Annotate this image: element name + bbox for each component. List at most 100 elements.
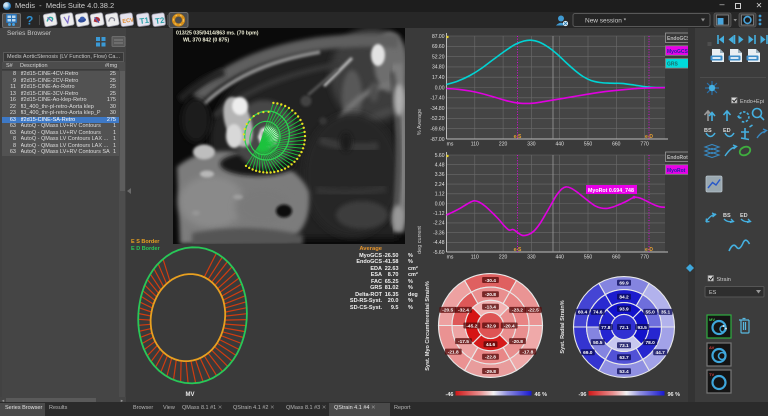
svg-text:-20.4: -20.4 xyxy=(504,323,515,329)
svg-text:Strain: Strain xyxy=(717,277,731,283)
svg-text:-17.40: -17.40 xyxy=(430,96,444,102)
svg-text:BS: BS xyxy=(704,128,712,134)
svg-text:GRS: GRS xyxy=(667,62,679,68)
svg-text:330: 330 xyxy=(527,142,536,148)
svg-text:-2.24: -2.24 xyxy=(433,221,445,227)
svg-text:e-D: e-D xyxy=(645,247,653,253)
svg-text:-32.4: -32.4 xyxy=(458,308,469,314)
svg-text:ms: ms xyxy=(447,142,454,148)
svg-text:69.9: 69.9 xyxy=(619,281,629,287)
svg-text:-32.9: -32.9 xyxy=(485,323,496,329)
svg-text:E S Border: E S Border xyxy=(131,239,160,245)
svg-text:50.5: 50.5 xyxy=(593,340,603,346)
svg-text:-22.8: -22.8 xyxy=(485,355,496,361)
svg-text:-20.8: -20.8 xyxy=(485,292,496,298)
svg-text:770: 770 xyxy=(640,142,649,148)
svg-text:-1.12: -1.12 xyxy=(433,211,445,217)
svg-text:WL 370 842 (0 875): WL 370 842 (0 875) xyxy=(183,38,229,44)
svg-text:550: 550 xyxy=(584,142,593,148)
svg-text:-46: -46 xyxy=(446,392,454,398)
svg-text:440: 440 xyxy=(556,255,565,261)
svg-text:440: 440 xyxy=(556,142,565,148)
svg-text:-87.00: -87.00 xyxy=(430,137,444,143)
svg-text:69.0: 69.0 xyxy=(583,350,593,356)
svg-text:69.60: 69.60 xyxy=(432,44,445,50)
svg-text:770: 770 xyxy=(640,255,649,261)
svg-text:ED: ED xyxy=(740,213,748,219)
svg-text:78.0: 78.0 xyxy=(646,340,656,346)
svg-text:-45.2: -45.2 xyxy=(466,323,477,329)
svg-text:35.1: 35.1 xyxy=(661,310,671,316)
svg-text:-30.4: -30.4 xyxy=(485,278,496,284)
svg-text:Endo+Epi: Endo+Epi xyxy=(740,99,764,105)
svg-text:e-S: e-S xyxy=(514,247,522,253)
svg-text:52.20: 52.20 xyxy=(432,54,445,60)
svg-text:Syst. Radial Strain%: Syst. Radial Strain% xyxy=(560,300,566,353)
svg-text:New session *: New session * xyxy=(585,18,627,25)
svg-text:013/25 035/0414/863 ms. (70: 013/25 035/0414/863 ms. (70 bpm) xyxy=(176,31,259,37)
svg-text:44.6: 44.6 xyxy=(486,342,496,348)
svg-text:93.5: 93.5 xyxy=(638,325,648,331)
svg-text:-3.36: -3.36 xyxy=(433,230,445,236)
svg-text:550: 550 xyxy=(584,255,593,261)
svg-text:77.8: 77.8 xyxy=(601,325,611,331)
svg-text:55.0: 55.0 xyxy=(646,310,656,316)
svg-text:63.7: 63.7 xyxy=(619,355,629,361)
svg-text:MV: MV xyxy=(186,392,195,398)
svg-text:T1: T1 xyxy=(139,16,150,26)
svg-text:% Average: % Average xyxy=(417,109,423,136)
svg-text:MV: MV xyxy=(709,317,715,322)
svg-text:-20.5: -20.5 xyxy=(442,308,453,314)
svg-text:96 %: 96 % xyxy=(668,392,681,398)
svg-text:60.4: 60.4 xyxy=(578,310,588,316)
svg-text:660: 660 xyxy=(612,142,621,148)
svg-text:3.36: 3.36 xyxy=(435,172,445,178)
svg-text:-17.5: -17.5 xyxy=(458,339,469,345)
svg-text:74.6: 74.6 xyxy=(593,310,603,316)
svg-text:1.12: 1.12 xyxy=(435,192,445,198)
svg-text:0.00: 0.00 xyxy=(435,201,445,207)
svg-text:46 %: 46 % xyxy=(535,392,548,398)
svg-text:2.24: 2.24 xyxy=(435,182,445,188)
svg-text:EndoRot: EndoRot xyxy=(667,155,688,161)
svg-text:5.60: 5.60 xyxy=(435,153,445,159)
svg-text:-13.4: -13.4 xyxy=(485,305,496,311)
svg-text:-21.8: -21.8 xyxy=(448,349,459,355)
svg-text:E D Border: E D Border xyxy=(131,246,161,252)
svg-text:-4.48: -4.48 xyxy=(433,240,445,246)
svg-text:MyoGCS: MyoGCS xyxy=(667,49,689,55)
svg-text:-5.60: -5.60 xyxy=(433,250,445,256)
svg-text:MyoRot 0.694_748: MyoRot 0.694_748 xyxy=(588,188,634,194)
svg-text:330: 330 xyxy=(527,255,536,261)
svg-text:-22.5: -22.5 xyxy=(528,308,539,314)
svg-text:e-S: e-S xyxy=(514,134,522,140)
svg-text:T2: T2 xyxy=(155,16,166,26)
svg-text:ms: ms xyxy=(447,255,454,261)
svg-text:53.4: 53.4 xyxy=(619,369,629,375)
svg-text:220: 220 xyxy=(499,142,508,148)
svg-text:-96: -96 xyxy=(579,392,587,398)
svg-text:0.00: 0.00 xyxy=(435,85,445,91)
svg-text:-20.8: -20.8 xyxy=(512,339,523,345)
svg-text:-17.8: -17.8 xyxy=(522,349,533,355)
svg-text:MyoRot: MyoRot xyxy=(667,168,686,174)
svg-text:ES: ES xyxy=(709,290,717,296)
svg-text:110: 110 xyxy=(471,255,479,261)
svg-text:-34.80: -34.80 xyxy=(430,106,444,112)
svg-text:84.2: 84.2 xyxy=(619,295,629,301)
svg-text:BS: BS xyxy=(723,213,731,219)
svg-text:AV: AV xyxy=(709,345,715,350)
svg-text:-52.20: -52.20 xyxy=(430,116,444,122)
svg-text:4.48: 4.48 xyxy=(435,163,445,169)
svg-text:220: 220 xyxy=(499,255,508,261)
svg-text:660: 660 xyxy=(612,255,621,261)
svg-text:-69.60: -69.60 xyxy=(430,127,444,133)
svg-text:73.1: 73.1 xyxy=(619,343,629,349)
svg-text:?: ? xyxy=(26,14,33,28)
svg-text:e-D: e-D xyxy=(645,134,653,140)
svg-text:TV: TV xyxy=(709,372,714,377)
svg-text:34.80: 34.80 xyxy=(432,65,445,71)
svg-text:ED: ED xyxy=(723,128,731,134)
svg-text:17.40: 17.40 xyxy=(432,75,445,81)
svg-text:110: 110 xyxy=(471,142,479,148)
